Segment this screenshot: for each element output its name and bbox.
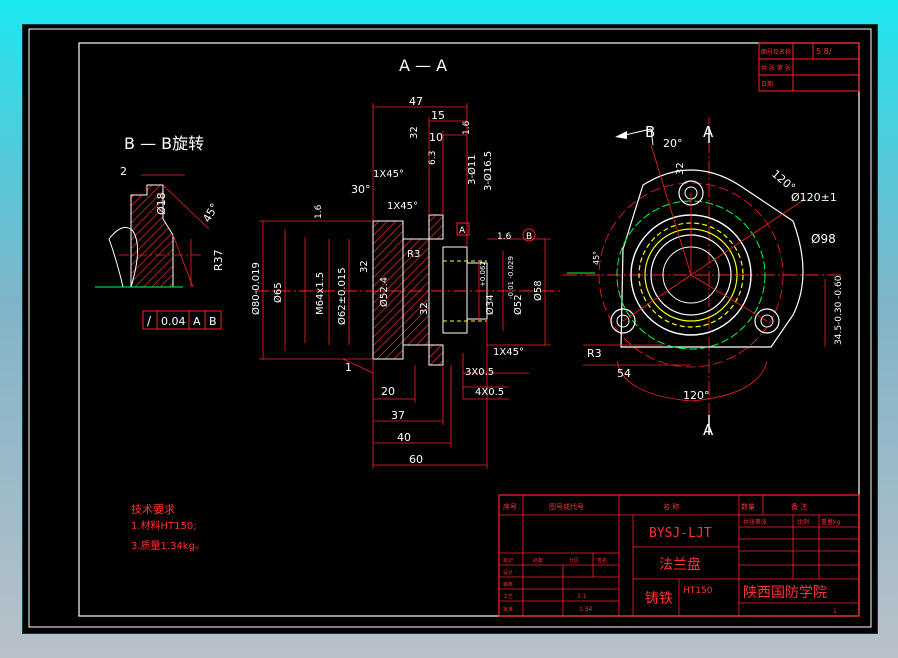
tb-drawing-no: BYSJ-LJT xyxy=(649,526,712,541)
dim-1: 1 xyxy=(345,361,352,374)
tb-left-row-8: 批准 xyxy=(503,606,513,613)
dim-chamfer-1: 1X45° xyxy=(373,169,404,180)
tb-header-code: 图号或代号 xyxy=(549,502,584,511)
tb-header-name: 名 称 xyxy=(663,502,679,511)
plan-angle-120-bottom: 120° xyxy=(683,389,710,402)
cut-mark-a-bottom: A xyxy=(703,421,714,439)
detail-dim-2: 2 xyxy=(120,165,127,178)
tolerance-frame: / 0.04 A B xyxy=(142,310,222,330)
detail-b-view: 2 Ø18 45° R37 xyxy=(95,165,225,288)
tb-right-small-1: 共张第张 xyxy=(743,518,767,526)
cut-mark-a-top: A xyxy=(703,123,714,141)
tb-left-row-4: 签名 xyxy=(597,557,607,564)
tb-left-row-1: 标记 xyxy=(503,557,513,564)
title-block: 序号 图号或代号 名 称 数量 备 注 BYSJ-LJT 法兰盘 铸铁 HT15… xyxy=(498,494,860,617)
datum-a: A xyxy=(459,226,466,236)
tb-header-note: 备 注 xyxy=(791,502,807,511)
notes-line-1: 1.材料HT150; xyxy=(131,519,197,532)
cut-mark-b: B xyxy=(645,123,655,141)
tb-left-row-6: 审核 xyxy=(503,581,513,588)
tb-part-name: 法兰盘 xyxy=(659,556,701,573)
dim-47: 47 xyxy=(409,95,423,108)
dim-d80: Ø80-0.019 xyxy=(250,262,262,315)
dim-32-right: 32 xyxy=(419,302,430,315)
detail-dim-45: 45° xyxy=(200,201,221,224)
plan-dim-45: 45° xyxy=(592,251,601,265)
plan-dim-54: 54 xyxy=(617,367,631,380)
dim-d34-tol: +0.062 xyxy=(479,261,487,287)
dim-3x0-5: 3X0.5 xyxy=(465,367,494,378)
dim-d34: Ø34 xyxy=(484,294,496,315)
detail-view-title: B — B旋转 xyxy=(124,134,204,153)
tb-sheet: 1 xyxy=(833,608,837,615)
top-right-mark: 5 8/ xyxy=(816,47,832,56)
dim-60: 60 xyxy=(409,453,423,466)
plan-dim-32: 32 xyxy=(675,162,686,175)
detail-dim-d18: Ø18 xyxy=(155,192,168,215)
section-view-title: A — A xyxy=(399,56,447,75)
dim-d65: Ø65 xyxy=(272,282,284,303)
plan-dim-d98: Ø98 xyxy=(811,232,836,246)
datum-b: B xyxy=(526,232,532,242)
tb-material: HT150 xyxy=(683,586,713,596)
top-right-row-3: 日期 xyxy=(761,80,773,88)
detail-dim-r37: R37 xyxy=(212,249,225,271)
dim-30deg: 30° xyxy=(351,183,371,196)
dim-d52-4: Ø52.4 xyxy=(378,277,390,307)
plan-angle-20: 20° xyxy=(663,137,683,150)
dim-d58: Ø58 xyxy=(532,280,544,301)
tol-value: 0.04 xyxy=(161,315,186,328)
section-view: A B 47 32 15 1.6 10 6.3 3-Ø11 3-Ø16.5 1X… xyxy=(250,95,595,469)
top-right-row-1: 图号及名称 xyxy=(761,48,791,56)
dim-4x0-5: 4X0.5 xyxy=(475,387,504,398)
plan-view: B A A 20° 120° 120° 32 Ø120±1 Ø98 34.5-0… xyxy=(563,117,844,439)
notes-heading: 技术要求 xyxy=(131,503,175,516)
tol-datum-b: B xyxy=(209,315,217,328)
tb-right-small-3: 重量kg xyxy=(821,518,840,526)
notes-line-2: 3.质量1.34kg。 xyxy=(131,540,205,552)
dim-32-left: 32 xyxy=(359,260,370,273)
plan-dim-d120: Ø120±1 xyxy=(791,191,837,204)
dim-10: 10 xyxy=(429,131,443,144)
dim-3-d11: 3-Ø11 xyxy=(466,154,478,185)
tb-mass: 1.34 xyxy=(579,606,593,613)
plan-dim-r3: R3 xyxy=(587,347,602,360)
dim-1-6-top: 1.6 xyxy=(462,120,472,135)
dim-37: 37 xyxy=(391,409,405,422)
cad-canvas[interactable]: 图号及名称 共 张 第 张 日期 5 8/ A — A B — B旋转 2 Ø1… xyxy=(22,24,878,634)
tb-school: 陕西国防学院 xyxy=(743,585,827,601)
dim-3-d16-5: 3-Ø16.5 xyxy=(482,151,494,191)
dim-6-3: 6.3 xyxy=(428,151,438,165)
tb-right-small-2: 比例 xyxy=(797,518,809,526)
dim-d52-tol: -0.01 -0.029 xyxy=(507,256,515,299)
tb-left-row-5: 设计 xyxy=(503,569,513,576)
technical-notes: 技术要求 1.材料HT150; 3.质量1.34kg。 xyxy=(131,503,205,552)
drawing-svg: 图号及名称 共 张 第 张 日期 5 8/ A — A B — B旋转 2 Ø1… xyxy=(28,28,872,628)
dim-1-6-left: 1.6 xyxy=(314,204,324,219)
tb-left-row-2: 处数 xyxy=(533,557,543,564)
top-right-box: 图号及名称 共 张 第 张 日期 5 8/ xyxy=(758,42,860,92)
dim-chamfer-3: 1X45° xyxy=(493,347,524,358)
dim-15: 15 xyxy=(431,109,445,122)
dim-32-top: 32 xyxy=(409,126,420,139)
dim-chamfer-2: 1X45° xyxy=(387,201,418,212)
top-right-row-2: 共 张 第 张 xyxy=(761,64,791,72)
dim-1-6-right: 1.6 xyxy=(497,232,512,242)
tb-left-row-3: 分区 xyxy=(569,557,579,564)
tol-symbol: / xyxy=(147,314,152,328)
dim-d62: Ø62±0.015 xyxy=(336,267,348,325)
dim-40: 40 xyxy=(397,431,411,444)
tol-datum-a: A xyxy=(193,315,201,328)
tb-material-label: 铸铁 xyxy=(645,591,673,607)
tb-scale: 1:1 xyxy=(577,593,587,600)
sheet-outer-border xyxy=(28,28,872,628)
tb-header-no: 序号 xyxy=(503,502,517,511)
dim-20: 20 xyxy=(381,385,395,398)
plan-dim-34-5: 34.5-0.30 -0.60 xyxy=(834,275,844,345)
dim-m64: M64x1.5 xyxy=(315,272,326,315)
tb-left-row-7: 工艺 xyxy=(503,594,513,600)
tb-header-qty: 数量 xyxy=(741,502,755,511)
dim-r3: R3 xyxy=(407,249,420,260)
